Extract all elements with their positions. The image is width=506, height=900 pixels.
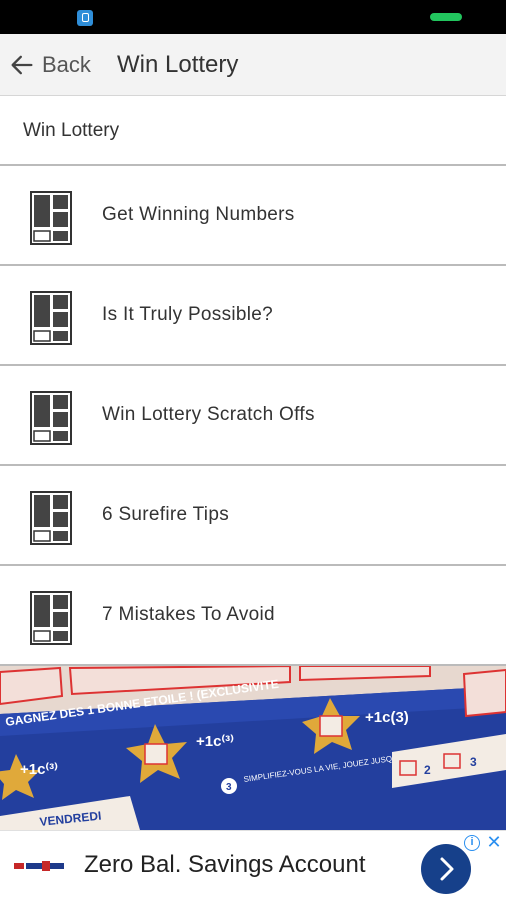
section-title: Win Lottery: [23, 120, 120, 141]
section-header: Win Lottery: [0, 96, 506, 166]
svg-text:+1c⁽³⁾: +1c⁽³⁾: [196, 733, 234, 750]
list-item[interactable]: 7 Mistakes To Avoid: [0, 566, 506, 666]
svg-text:2: 2: [424, 763, 431, 777]
page-title: Win Lottery: [117, 51, 239, 78]
back-button[interactable]: Back: [8, 46, 91, 84]
ad-banner[interactable]: Zero Bal. Savings Account i ✕: [0, 830, 506, 900]
arrow-left-icon: [11, 55, 33, 75]
list-item-label: Get Winning Numbers: [102, 204, 295, 225]
list-item[interactable]: Get Winning Numbers: [0, 166, 506, 266]
list-item[interactable]: 6 Surefire Tips: [0, 466, 506, 566]
status-bar: [0, 0, 506, 34]
app-notification-icon: [77, 10, 93, 26]
close-icon[interactable]: ✕: [485, 833, 503, 851]
list-item-label: 7 Mistakes To Avoid: [102, 604, 275, 625]
list-item-label: 6 Surefire Tips: [102, 504, 229, 525]
back-label: Back: [42, 52, 91, 77]
ad-text: Zero Bal. Savings Account: [84, 851, 366, 878]
banner-text: +1c(3): [365, 709, 409, 726]
article-icon: [30, 391, 72, 445]
ad-cta-button[interactable]: [421, 844, 471, 894]
article-icon: [30, 591, 72, 645]
list-item[interactable]: Is It Truly Possible?: [0, 266, 506, 366]
bank-logo-icon: [14, 861, 64, 871]
article-list: Get Winning Numbers Is It Truly Possible…: [0, 166, 506, 666]
article-icon: [30, 291, 72, 345]
svg-text:3: 3: [226, 782, 232, 793]
article-icon: [30, 491, 72, 545]
lottery-ticket-photo: GAGNEZ DES 1 BONNE ETOILE ! (EXCLUSIVITE…: [0, 666, 506, 830]
article-icon: [30, 191, 72, 245]
info-icon[interactable]: i: [464, 835, 480, 851]
list-item[interactable]: Win Lottery Scratch Offs: [0, 366, 506, 466]
chevron-right-icon: [440, 857, 454, 881]
svg-text:3: 3: [470, 755, 477, 769]
svg-text:+1c⁽³⁾: +1c⁽³⁾: [20, 761, 58, 778]
list-item-label: Win Lottery Scratch Offs: [102, 404, 315, 425]
lottery-ticket-illustration: GAGNEZ DES 1 BONNE ETOILE ! (EXCLUSIVITE…: [0, 666, 506, 830]
battery-icon: [430, 13, 462, 21]
list-item-label: Is It Truly Possible?: [102, 304, 274, 325]
app-bar: Back Win Lottery: [0, 34, 506, 96]
